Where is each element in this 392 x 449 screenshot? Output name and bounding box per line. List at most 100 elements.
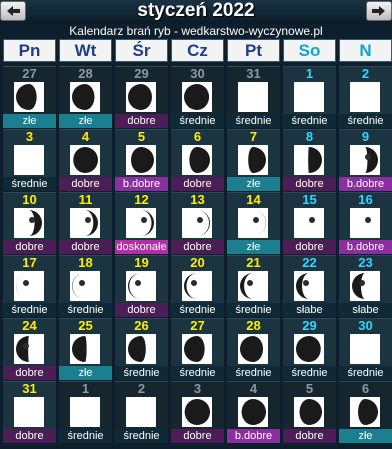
day-number: 30 <box>190 66 205 81</box>
day-number: 1 <box>81 381 90 396</box>
day-cell[interactable]: 10 dobre <box>3 192 56 254</box>
moon-phase-icon <box>14 334 44 364</box>
day-number: 31 <box>246 66 261 81</box>
fishing-rating: średnie <box>227 303 280 317</box>
day-cell[interactable]: 19 dobre <box>115 255 168 317</box>
day-cell[interactable]: 27 złe <box>3 66 56 128</box>
day-cell[interactable]: 4 b.dobre <box>227 381 280 443</box>
day-cell[interactable]: 18 średnie <box>59 255 112 317</box>
day-number: 29 <box>134 66 149 81</box>
fishing-rating: średnie <box>171 114 224 128</box>
calendar-grid: 27 złe 28 złe 29 dobre 30 średnie 31 średnie 1 śred… <box>3 66 392 444</box>
day-cell[interactable]: 20 średnie <box>171 255 224 317</box>
moon-phase-icon <box>70 271 100 301</box>
fishing-rating: dobre <box>3 240 56 254</box>
moon-phase-icon <box>294 145 324 175</box>
day-cell[interactable]: 1 średnie <box>59 381 112 443</box>
moon-phase-icon <box>14 82 44 112</box>
day-cell[interactable]: 7 złe <box>227 129 280 191</box>
day-number: 25 <box>78 318 93 333</box>
week-row: 17 średnie 18 średnie 19 dobre 20 średnie 21 śred… <box>3 255 392 318</box>
weekday-2: Wt <box>59 39 112 62</box>
day-number: 28 <box>246 318 261 333</box>
day-number: 23 <box>358 255 373 270</box>
day-cell[interactable]: 28 złe <box>59 66 112 128</box>
weekday-4: Cz <box>171 39 224 62</box>
moon-phase-icon <box>70 145 100 175</box>
moon-phase-icon <box>350 397 380 427</box>
day-cell[interactable]: 29 dobre <box>115 66 168 128</box>
next-month-button[interactable] <box>366 1 392 21</box>
day-cell[interactable]: 25 złe <box>59 318 112 380</box>
day-cell[interactable]: 3 dobre <box>171 381 224 443</box>
day-cell[interactable]: 27 średnie <box>171 318 224 380</box>
day-cell[interactable]: 5 dobre <box>283 381 336 443</box>
header-bar: styczeń 2022 <box>0 0 392 24</box>
day-cell[interactable]: 6 złe <box>339 381 392 443</box>
fishing-rating: średnie <box>339 366 392 380</box>
day-number: 22 <box>302 255 317 270</box>
day-cell[interactable]: 5 b.dobre <box>115 129 168 191</box>
day-cell[interactable]: 8 dobre <box>283 129 336 191</box>
day-cell[interactable]: 24 dobre <box>3 318 56 380</box>
fishing-rating: doskonałe <box>115 240 168 254</box>
day-number: 12 <box>134 192 149 207</box>
month-title: styczeń 2022 <box>137 0 255 21</box>
day-number: 3 <box>25 129 34 144</box>
day-cell[interactable]: 4 dobre <box>59 129 112 191</box>
fishing-rating: dobre <box>283 177 336 191</box>
day-cell[interactable]: 31 dobre <box>3 381 56 443</box>
day-cell[interactable]: 9 b.dobre <box>339 129 392 191</box>
fishing-rating: średnie <box>171 303 224 317</box>
moon-phase-icon <box>182 208 212 238</box>
fishing-rating: dobre <box>283 429 336 443</box>
moon-phase-icon <box>294 271 324 301</box>
day-cell[interactable]: 6 dobre <box>171 129 224 191</box>
fishing-rating: dobre <box>115 114 168 128</box>
day-cell[interactable]: 1 średnie <box>283 66 336 128</box>
day-number: 2 <box>137 381 146 396</box>
day-cell[interactable]: 22 słabe <box>283 255 336 317</box>
moon-phase-icon <box>14 145 44 175</box>
day-cell[interactable]: 15 dobre <box>283 192 336 254</box>
day-cell[interactable]: 2 średnie <box>115 381 168 443</box>
day-cell[interactable]: 28 średnie <box>227 318 280 380</box>
day-cell[interactable]: 31 średnie <box>227 66 280 128</box>
moon-phase-icon <box>238 82 268 112</box>
day-cell[interactable]: 30 średnie <box>339 318 392 380</box>
day-cell[interactable]: 12 doskonałe <box>115 192 168 254</box>
day-cell[interactable]: 13 dobre <box>171 192 224 254</box>
moon-phase-icon <box>126 82 156 112</box>
day-number: 28 <box>78 66 93 81</box>
day-cell[interactable]: 29 średnie <box>283 318 336 380</box>
day-cell[interactable]: 30 średnie <box>171 66 224 128</box>
fishing-rating: dobre <box>115 303 168 317</box>
day-cell[interactable]: 23 słabe <box>339 255 392 317</box>
day-cell[interactable]: 26 średnie <box>115 318 168 380</box>
day-number: 6 <box>361 381 370 396</box>
day-number: 5 <box>305 381 314 396</box>
day-cell[interactable]: 2 średnie <box>339 66 392 128</box>
fishing-rating: dobre <box>171 240 224 254</box>
day-cell[interactable]: 17 średnie <box>3 255 56 317</box>
moon-phase-icon <box>70 397 100 427</box>
day-cell[interactable]: 14 złe <box>227 192 280 254</box>
day-number: 26 <box>134 318 149 333</box>
fishing-rating: b.dobre <box>339 240 392 254</box>
moon-phase-icon <box>70 208 100 238</box>
moon-phase-icon <box>14 397 44 427</box>
day-number: 5 <box>137 129 146 144</box>
day-cell[interactable]: 16 b.dobre <box>339 192 392 254</box>
fishing-rating: b.dobre <box>115 177 168 191</box>
moon-phase-icon <box>294 397 324 427</box>
fishing-rating: słabe <box>339 303 392 317</box>
day-cell[interactable]: 11 dobre <box>59 192 112 254</box>
day-number: 19 <box>134 255 149 270</box>
day-number: 20 <box>190 255 205 270</box>
moon-phase-icon <box>350 145 380 175</box>
day-cell[interactable]: 3 średnie <box>3 129 56 191</box>
weekday-5: Pt <box>227 39 280 62</box>
day-cell[interactable]: 21 średnie <box>227 255 280 317</box>
moon-phase-icon <box>238 397 268 427</box>
moon-phase-icon <box>70 334 100 364</box>
